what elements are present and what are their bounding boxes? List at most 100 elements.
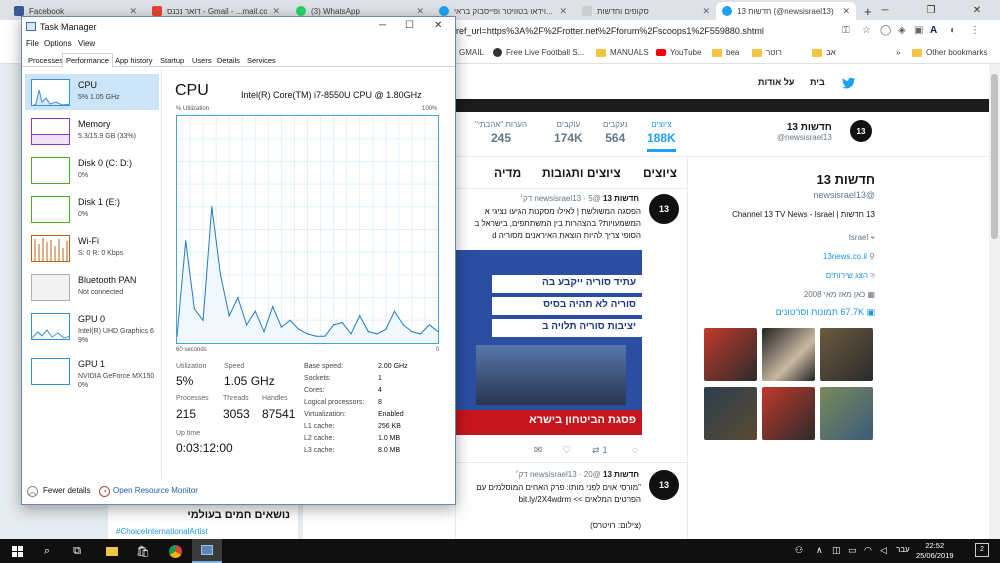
menu-icon[interactable]: ⋮ [970, 25, 980, 36]
restore-icon[interactable]: ❐ [908, 0, 954, 20]
tab-performance[interactable]: Performance [62, 53, 113, 68]
open-resource-monitor-link[interactable]: Open Resource Monitor [113, 486, 198, 495]
star-icon[interactable]: ☆ [862, 25, 871, 36]
task-manager-taskbar-icon[interactable] [192, 539, 222, 563]
media-count-link[interactable]: ▣ 67.7K תמונות וסרטונים [695, 307, 875, 318]
media-thumb[interactable] [762, 328, 815, 381]
tray-chevron-icon[interactable]: ∧ [816, 545, 823, 556]
search-icon[interactable]: ⌕ [32, 539, 62, 563]
bookmark-football[interactable]: Free Live Football S... [493, 48, 584, 57]
close-icon[interactable]: ✕ [129, 6, 137, 17]
tab-services[interactable]: Services [243, 53, 280, 67]
close-icon[interactable]: ✕ [559, 6, 567, 17]
menu-view[interactable]: View [78, 39, 95, 48]
file-explorer-icon[interactable] [97, 539, 127, 563]
start-button[interactable] [2, 539, 32, 563]
chevron-up-icon[interactable]: ︿ [27, 486, 38, 497]
url-field[interactable]: ref_url=https%3A%2F%2Frotter.net%2Fforum… [456, 26, 764, 36]
tm-titlebar[interactable]: Task Manager ─ ☐ ✕ [22, 17, 455, 37]
tab-details[interactable]: Details [213, 53, 244, 67]
tab-twitter[interactable]: חדשות 13 (@newsisrael13) ✕ [716, 2, 856, 20]
profile-website[interactable]: ⚲ 13news.co.il [695, 247, 875, 266]
resource-disk1[interactable]: Disk 1 (E:) 0% [25, 191, 159, 227]
resource-cpu[interactable]: CPU 5% 1.05 GHz [25, 74, 159, 110]
tab-startup[interactable]: Startup [156, 53, 188, 67]
menu-file[interactable]: File [26, 39, 39, 48]
media-thumb[interactable] [704, 328, 757, 381]
resource-wifi[interactable]: Wi-Fi S: 0 R: 0 Kbps [25, 230, 159, 266]
resource-bluetooth[interactable]: Bluetooth PAN Not connected [25, 269, 159, 305]
profile-handle[interactable]: @newsisrael13 [695, 190, 875, 200]
twitter-bird-icon[interactable] [842, 77, 856, 89]
network-icon[interactable]: ◫ [832, 545, 841, 556]
media-thumb[interactable] [820, 328, 873, 381]
bookmark-manuals[interactable]: MANUALS [596, 48, 649, 57]
close-icon[interactable]: ✕ [842, 6, 850, 17]
bookmark-rotter[interactable]: רוטר [752, 48, 782, 57]
language-indicator[interactable]: עבר [896, 545, 910, 554]
tweet-avatar[interactable]: 13 [649, 194, 679, 224]
minimize-icon[interactable]: ─ [379, 20, 386, 31]
extension-icon[interactable]: ◈ [898, 25, 906, 36]
nav-about[interactable]: על אודות [758, 77, 794, 87]
share-icon[interactable]: ✉ [534, 445, 542, 456]
extension-icon[interactable]: ▣ [914, 25, 923, 36]
wifi-icon[interactable]: ◠ [864, 545, 872, 556]
channel13-logo[interactable]: 13 [850, 120, 872, 142]
bookmark-other[interactable]: Other bookmarks [912, 48, 987, 57]
tab-media[interactable]: מדיה [494, 166, 521, 180]
profile-icon[interactable]: A [930, 25, 944, 39]
notification-center-icon[interactable]: 2 [975, 543, 989, 557]
resource-memory[interactable]: Memory 5.3/15.9 GB (33%) [25, 113, 159, 149]
chrome-icon[interactable] [160, 539, 190, 563]
task-view-icon[interactable]: ⧉ [62, 539, 92, 563]
tweet-avatar[interactable]: 13 [649, 470, 679, 500]
extension-icon[interactable]: ◯ [880, 25, 891, 36]
tab-users[interactable]: Users [188, 53, 216, 67]
stat-followers[interactable]: עוקבים 174K [554, 120, 583, 145]
close-icon[interactable]: ✕ [416, 6, 424, 17]
bookmark-youtube[interactable]: YouTube [656, 48, 701, 57]
close-icon[interactable]: ✕ [702, 6, 710, 17]
resource-disk0[interactable]: Disk 0 (C: D:) 0% [25, 152, 159, 188]
trend-link[interactable]: #ChoiceInternationalArtist [116, 527, 290, 536]
tab-scoops[interactable]: סקופים וחדשות ✕ [576, 2, 716, 20]
minimize-icon[interactable]: ─ [862, 0, 908, 20]
stat-following[interactable]: נעקבים 564 [603, 120, 627, 145]
close-window-icon[interactable]: ✕ [954, 0, 1000, 20]
fewer-details-link[interactable]: Fewer details [43, 486, 91, 495]
volume-icon[interactable]: ◁ [880, 545, 887, 556]
extension-icon[interactable]: ◐ [950, 25, 956, 36]
retweet-button[interactable]: ⇄ 1 [592, 445, 608, 456]
chevron-icon[interactable]: » [896, 48, 900, 57]
tab-tweets[interactable]: ציוצים [643, 166, 677, 180]
key-icon[interactable]: ⚿ [842, 25, 850, 36]
mini-profile[interactable]: חדשות 13 @newsisrael13 [777, 122, 832, 142]
media-thumb[interactable] [704, 387, 757, 440]
resource-gpu0[interactable]: GPU 0 Intel(R) UHD Graphics 6 9% [25, 308, 159, 344]
bookmark-gmail[interactable]: GMAIL [459, 48, 484, 57]
clock[interactable]: 22:52 25/06/2019 [916, 541, 954, 561]
media-thumb[interactable] [762, 387, 815, 440]
reply-icon[interactable]: ◌ [632, 445, 638, 456]
stat-tweets[interactable]: ציוצים 188K [647, 120, 676, 152]
tab-app-history[interactable]: App history [111, 53, 157, 67]
like-icon[interactable]: ♡ [562, 445, 571, 456]
media-thumb[interactable] [820, 387, 873, 440]
menu-options[interactable]: Options [44, 39, 72, 48]
close-icon[interactable]: ✕ [434, 20, 442, 31]
store-icon[interactable]: 🛍 [128, 539, 158, 563]
resource-gpu1[interactable]: GPU 1 NVIDIA GeForce MX150 0% [25, 353, 159, 389]
maximize-icon[interactable]: ☐ [405, 20, 414, 31]
people-icon[interactable]: ⚇ [795, 545, 803, 556]
tweet-media[interactable]: עתיד סוריה ייקבע בה סוריה לא תהיה בסיס י… [456, 250, 642, 435]
bookmark-av[interactable]: אב [812, 48, 836, 57]
scroll-thumb[interactable] [991, 74, 998, 239]
close-icon[interactable]: ✕ [272, 6, 280, 17]
profile-services[interactable]: ⌾ הצג שירותים [695, 266, 875, 285]
battery-icon[interactable]: ▭ [848, 545, 857, 556]
stat-likes[interactable]: "הערות "אהבתי 245 [475, 120, 527, 145]
page-scrollbar[interactable] [989, 64, 1000, 539]
tab-processes[interactable]: Processes [24, 53, 67, 67]
tab-tweets-replies[interactable]: ציוצים ותגובות [542, 166, 621, 180]
